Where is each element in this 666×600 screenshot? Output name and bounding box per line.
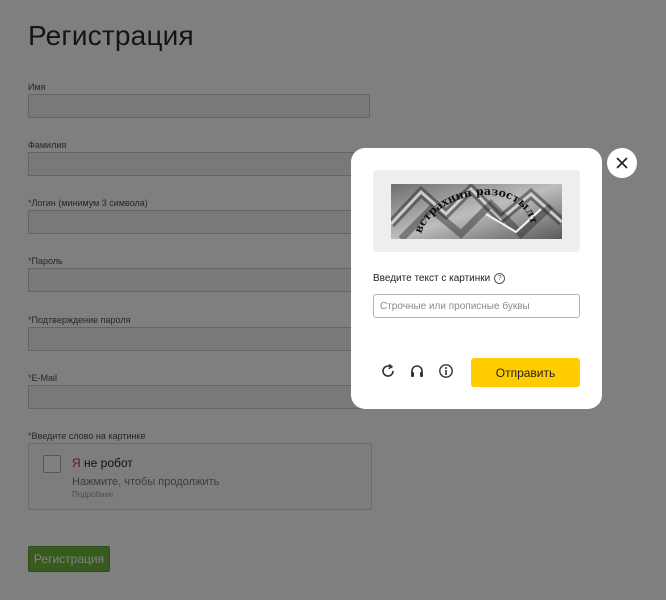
captcha-image: встрахнин разостылт: [391, 184, 562, 239]
submit-button[interactable]: Отправить: [471, 358, 580, 387]
registration-page: Регистрация Имя Фамилия *Логин (минимум …: [0, 0, 666, 600]
close-icon[interactable]: [607, 148, 637, 178]
captcha-text-input[interactable]: [373, 294, 580, 318]
info-icon[interactable]: [437, 362, 455, 380]
captcha-input-label-text: Введите текст с картинки: [373, 273, 491, 284]
headphones-icon[interactable]: [408, 362, 426, 380]
refresh-icon[interactable]: [379, 362, 397, 380]
captcha-modal: встрахнин разостылт Введите текст с карт…: [351, 148, 602, 409]
close-icon-glyph: [616, 157, 628, 169]
captcha-input-label: Введите текст с картинки ?: [373, 273, 506, 284]
help-icon[interactable]: ?: [494, 273, 506, 284]
captcha-image-frame: встрахнин разостылт: [373, 170, 580, 252]
